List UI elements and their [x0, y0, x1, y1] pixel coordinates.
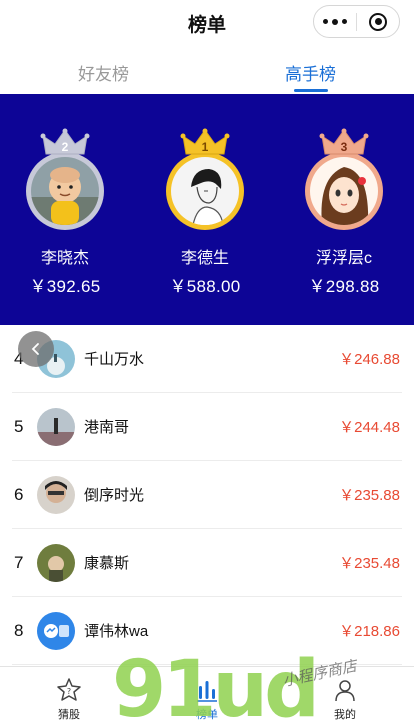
list-name: 谭伟林wa: [84, 623, 149, 640]
tab-experts[interactable]: 高手榜: [207, 46, 414, 94]
list-name: 千山万水: [84, 351, 145, 368]
list-name: 康慕斯: [84, 555, 130, 572]
list-amount: ￥218.86: [339, 623, 400, 640]
crown-bronze-icon: [319, 128, 369, 155]
tabbar-item-guess[interactable]: ? 猜股: [0, 667, 138, 721]
podium-name: 李德生: [180, 250, 229, 267]
ranking-tabs: 好友榜 高手榜: [0, 46, 414, 94]
tab-friends-label: 好友榜: [78, 65, 129, 84]
podium-rank-3[interactable]: 3 浮浮层c ￥298.88: [292, 128, 396, 297]
podium-rank-2[interactable]: 2 李晓杰 ￥392.65: [13, 128, 117, 297]
miniprogram-capsule: [313, 5, 400, 38]
podium-name: 李晓杰: [40, 250, 89, 267]
list-item[interactable]: 8 谭伟林wa ￥218.86: [12, 597, 402, 665]
avatar-ring: [166, 152, 244, 230]
list-rank: 5: [14, 416, 24, 436]
tab-experts-label: 高手榜: [285, 65, 336, 84]
target-close-icon: [369, 12, 387, 31]
back-button[interactable]: [18, 331, 54, 367]
list-rank: 7: [14, 552, 24, 572]
star-question-icon: ?: [57, 678, 81, 701]
close-miniprogram-button[interactable]: [357, 6, 399, 37]
list-amount: ￥235.48: [339, 555, 400, 572]
more-dots-icon-right: [342, 19, 347, 24]
podium-name: 浮浮层c: [315, 250, 372, 267]
list-rank: 8: [14, 620, 24, 640]
tabbar-label: 猜股: [58, 709, 80, 721]
avatar: [310, 157, 378, 225]
tabbar-label: 我的: [334, 709, 356, 721]
more-dots-icon: [323, 19, 328, 24]
podium-rank-1[interactable]: 1 李德生 ￥588.00: [153, 128, 257, 297]
podium-amount: ￥392.65: [29, 277, 101, 296]
podium-amount: ￥298.88: [308, 277, 380, 296]
crown-silver-icon: [40, 128, 90, 155]
list-name: 港南哥: [84, 419, 130, 436]
avatar: [171, 157, 239, 225]
list-item[interactable]: 5 港南哥 ￥244.48: [12, 393, 402, 461]
active-tab-indicator: [293, 89, 328, 92]
bottom-tab-bar: ? 猜股 榜单 我的: [0, 666, 414, 721]
avatar: [37, 611, 75, 650]
tabbar-label: 榜单: [196, 709, 218, 721]
tabbar-item-mine[interactable]: 我的: [276, 667, 414, 721]
top-three-podium: 2 李晓杰 ￥392.65 1 李德生 ￥588.00 3 浮浮层c ￥298.…: [0, 94, 414, 325]
list-rank: 6: [14, 484, 24, 504]
avatar-ring: [305, 152, 383, 230]
nav-header: 榜单: [0, 0, 414, 46]
avatar: [37, 407, 75, 446]
avatar: [37, 543, 75, 582]
svg-text:?: ?: [67, 687, 71, 696]
list-item[interactable]: 6 倒序时光 ￥235.88: [12, 461, 402, 529]
avatar-ring: [26, 152, 104, 230]
list-amount: ￥246.88: [339, 351, 400, 368]
list-amount: ￥244.48: [339, 419, 400, 436]
list-item[interactable]: 4 千山万水 ￥246.88: [12, 325, 402, 393]
avatar: [31, 157, 99, 225]
list-name: 倒序时光: [84, 487, 145, 504]
chevron-left-icon: [31, 343, 39, 355]
list-amount: ￥235.88: [339, 487, 400, 504]
tab-friends[interactable]: 好友榜: [0, 46, 207, 94]
user-icon: [335, 680, 355, 702]
list-item[interactable]: 7 康慕斯 ￥235.48: [12, 529, 402, 597]
more-options-button[interactable]: [314, 6, 356, 37]
crown-gold-icon: [180, 128, 230, 155]
avatar: [37, 475, 75, 514]
more-dots-icon-mid: [332, 18, 338, 25]
tabbar-item-ranking[interactable]: 榜单: [138, 667, 276, 721]
bars-icon: [197, 681, 217, 702]
podium-amount: ￥588.00: [169, 277, 241, 296]
